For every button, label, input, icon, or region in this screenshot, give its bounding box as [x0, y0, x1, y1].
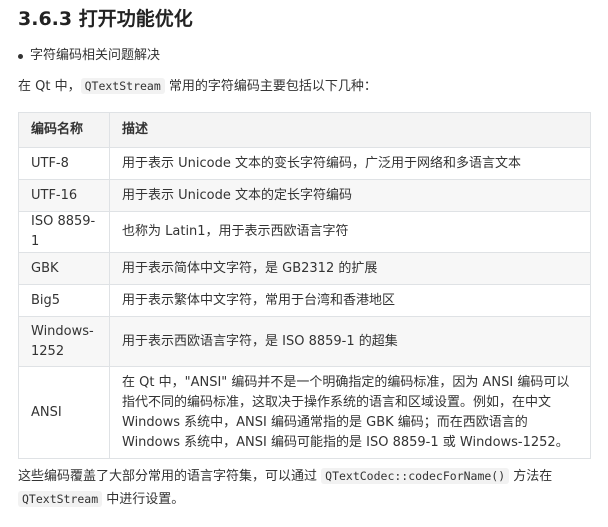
table-row: ANSI 在 Qt 中，"ANSI" 编码并不是一个明确指定的编码标准，因为 A… [18, 366, 591, 459]
cell-encoding: ISO 8859-1 [18, 211, 110, 253]
outro-paragraph-line2: QTextStream 中进行设置。 [18, 488, 184, 511]
cell-description: 用于表示 Unicode 文本的定长字符编码 [109, 179, 591, 212]
table-row: ISO 8859-1 也称为 Latin1，用于表示西欧语言字符 [18, 211, 591, 253]
bullet-text: 字符编码相关问题解决 [30, 48, 161, 63]
intro-paragraph: 在 Qt 中， QTextStream 常用的字符编码主要包括以下几种： [18, 75, 377, 98]
intro-suffix: 常用的字符编码主要包括以下几种： [164, 79, 377, 94]
outro-line2-suffix: 中进行设置。 [102, 492, 185, 507]
cell-encoding: UTF-8 [18, 147, 110, 180]
intro-prefix: 在 Qt 中， [18, 79, 81, 94]
cell-encoding: ANSI [18, 366, 110, 459]
inline-code-qtextstream: QTextStream [80, 78, 165, 94]
inline-code-codecforname: QTextCodec::codecForName() [321, 468, 510, 484]
cell-encoding: GBK [18, 252, 110, 285]
table-row: UTF-8 用于表示 Unicode 文本的变长字符编码，广泛用于网络和多语言文… [18, 147, 591, 180]
inline-code-qtextstream-2: QTextStream [18, 491, 103, 507]
bullet-item: 字符编码相关问题解决 [18, 46, 161, 66]
table-row: Windows-1252 用于表示西欧语言字符，是 ISO 8859-1 的超集 [18, 316, 591, 367]
table-header-row: 编码名称 描述 [18, 112, 591, 148]
outro-paragraph-line1: 这些编码覆盖了大部分常用的语言字符集，可以通过 QTextCodec::code… [18, 465, 552, 488]
cell-description: 用于表示西欧语言字符，是 ISO 8859-1 的超集 [109, 316, 591, 367]
cell-description: 也称为 Latin1，用于表示西欧语言字符 [109, 211, 591, 253]
section-title: 3.6.3 打开功能优化 [18, 8, 193, 30]
cell-description: 用于表示简体中文字符，是 GB2312 的扩展 [109, 252, 591, 285]
encoding-table: 编码名称 描述 UTF-8 用于表示 Unicode 文本的变长字符编码，广泛用… [18, 112, 591, 459]
cell-encoding: UTF-16 [18, 179, 110, 212]
outro-suffix: 方法在 [509, 469, 553, 484]
cell-encoding: Windows-1252 [18, 316, 110, 367]
header-encoding-name: 编码名称 [18, 112, 110, 148]
cell-description: 用于表示 Unicode 文本的变长字符编码，广泛用于网络和多语言文本 [109, 147, 591, 180]
cell-description: 用于表示繁体中文字符，常用于台湾和香港地区 [109, 284, 591, 317]
bullet-dot-icon [18, 54, 23, 59]
outro-prefix: 这些编码覆盖了大部分常用的语言字符集，可以通过 [18, 469, 322, 484]
document-page: 3.6.3 打开功能优化 字符编码相关问题解决 在 Qt 中， QTextStre… [0, 0, 608, 527]
header-description: 描述 [109, 112, 591, 148]
table-row: Big5 用于表示繁体中文字符，常用于台湾和香港地区 [18, 284, 591, 317]
cell-description: 在 Qt 中，"ANSI" 编码并不是一个明确指定的编码标准，因为 ANSI 编… [109, 366, 591, 459]
cell-encoding: Big5 [18, 284, 110, 317]
table-row: GBK 用于表示简体中文字符，是 GB2312 的扩展 [18, 252, 591, 285]
table-row: UTF-16 用于表示 Unicode 文本的定长字符编码 [18, 179, 591, 212]
